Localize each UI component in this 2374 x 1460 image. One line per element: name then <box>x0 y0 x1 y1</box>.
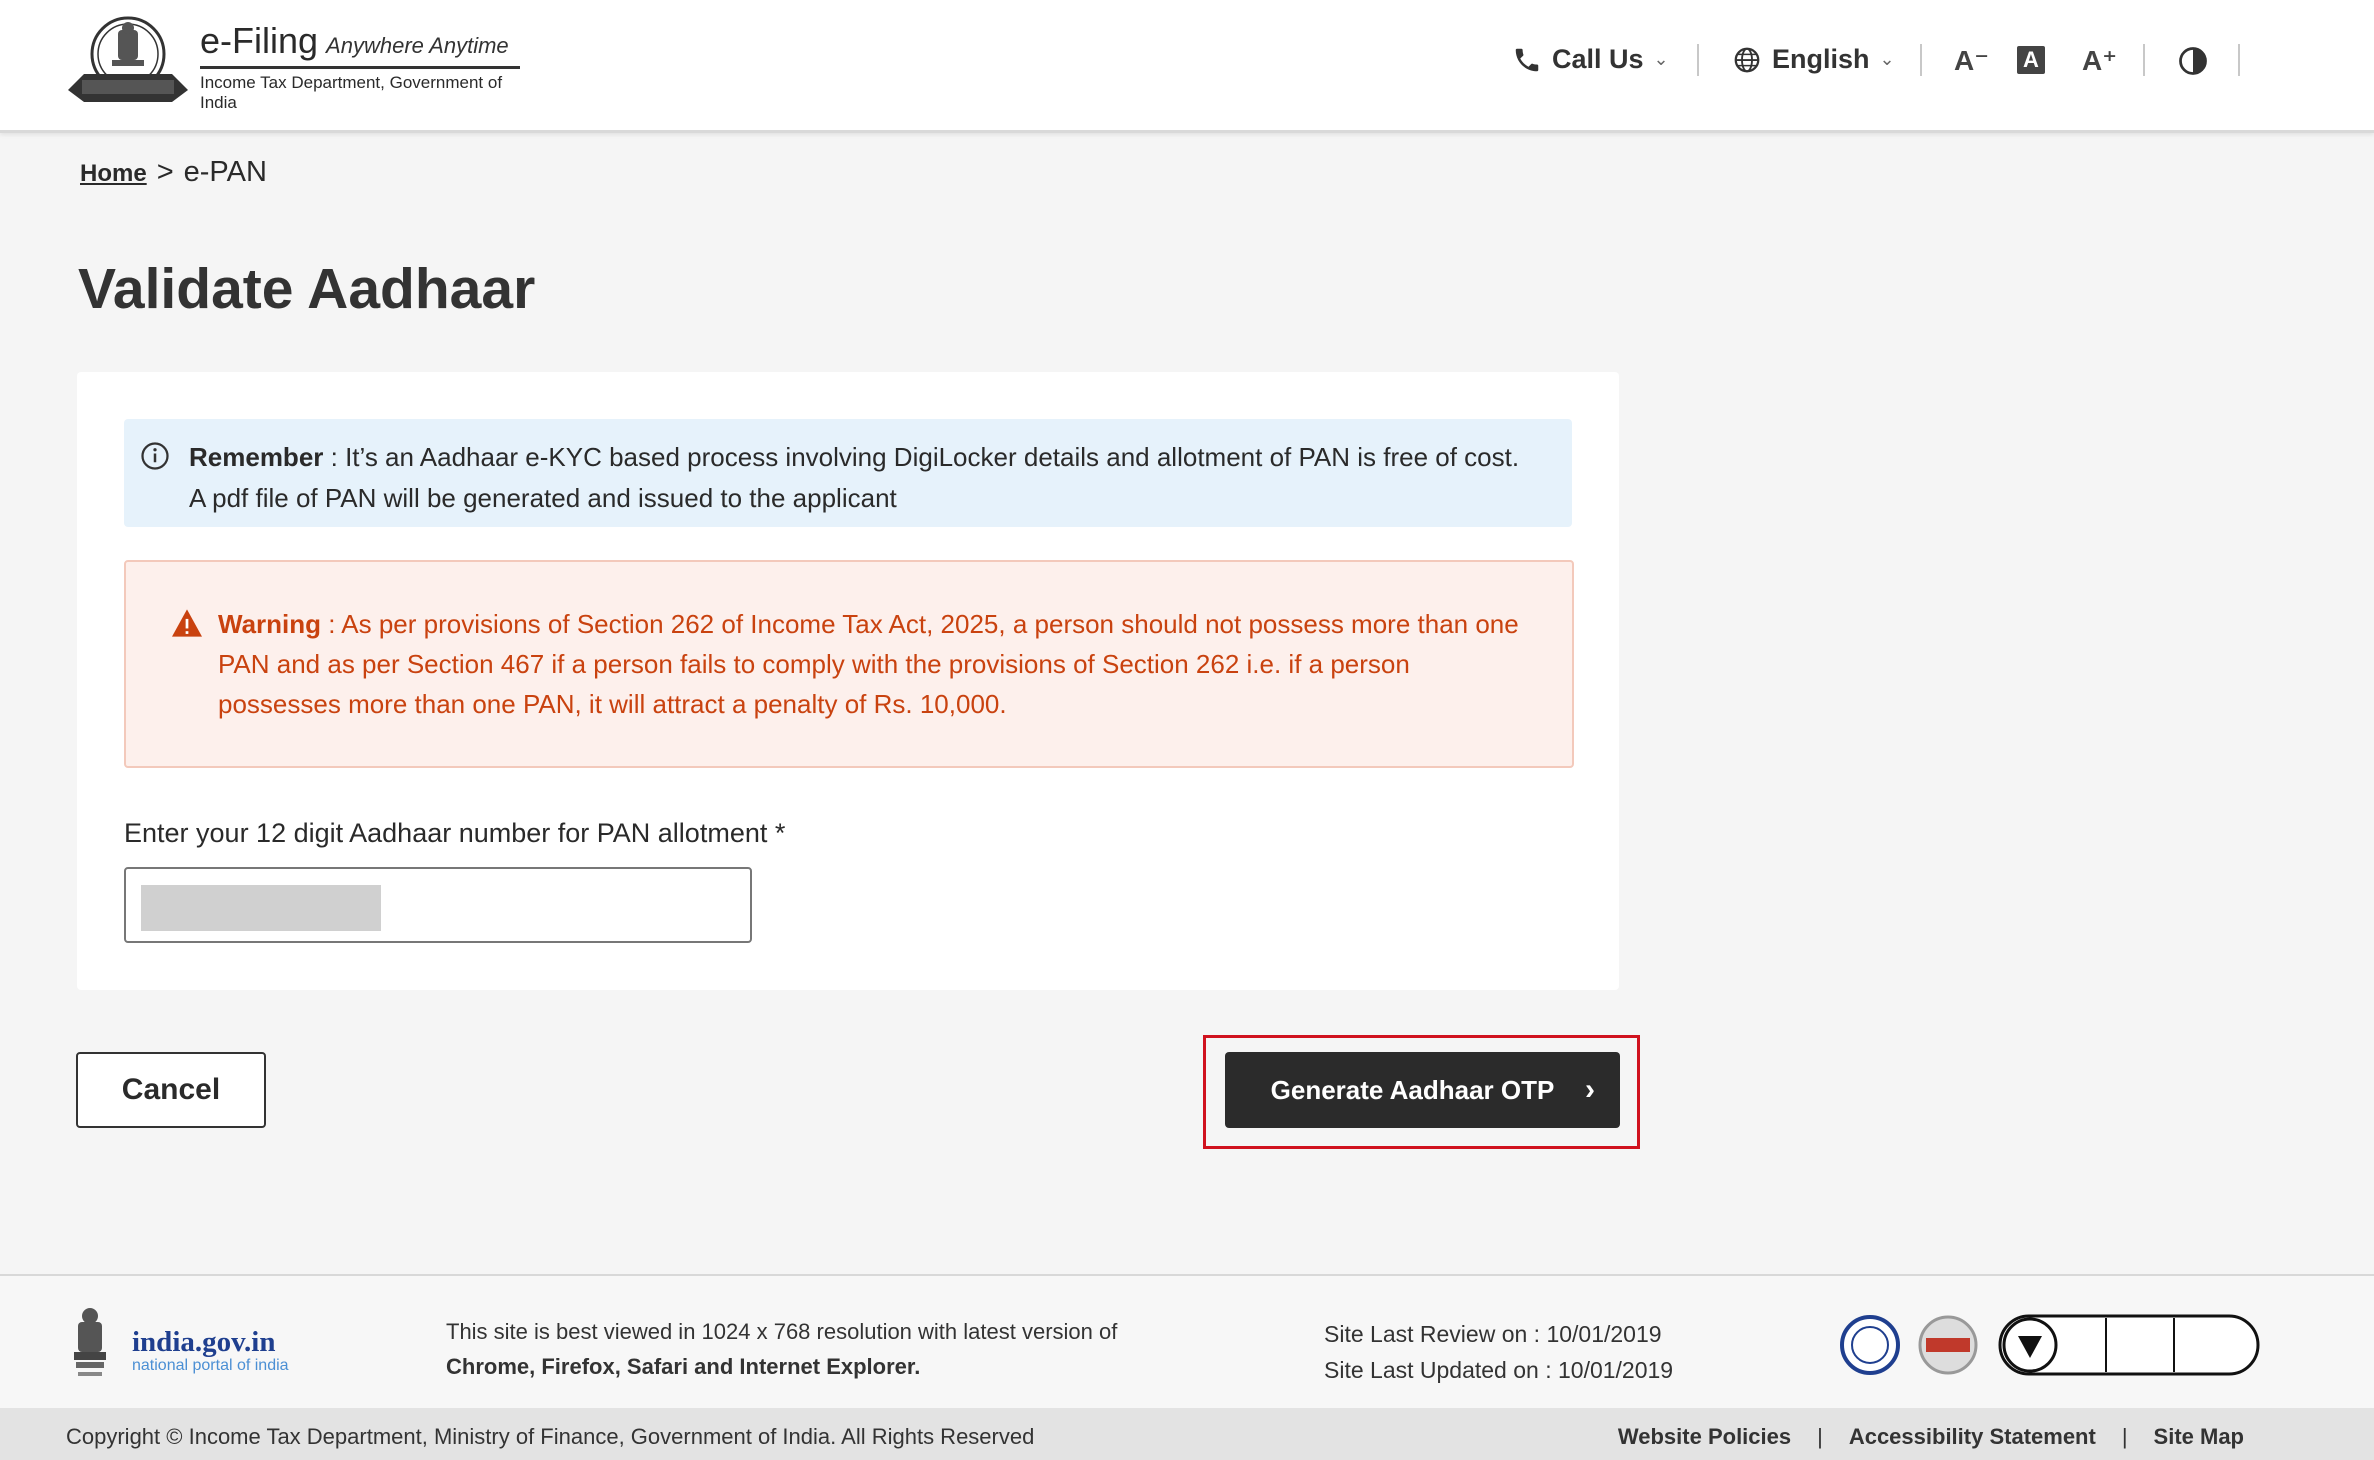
site-footer: india.gov.in national portal of india Th… <box>0 1274 2374 1408</box>
site-last-review: Site Last Review on : 10/01/2019 <box>1324 1321 1662 1347</box>
certification-badges-icon <box>1840 1314 2260 1376</box>
india-gov-link[interactable]: india.gov.in national portal of india <box>132 1326 289 1375</box>
browser-note-line1: This site is best viewed in 1024 x 768 r… <box>446 1319 1118 1344</box>
generate-otp-label: Generate Aadhaar OTP <box>1270 1074 1555 1105</box>
header-divider <box>2238 44 2240 76</box>
remember-label: Remember <box>189 442 324 472</box>
breadcrumb-separator: > <box>156 156 174 188</box>
cancel-button[interactable]: Cancel <box>76 1052 266 1128</box>
aadhaar-number-input[interactable] <box>124 867 752 943</box>
site-map-link[interactable]: Site Map <box>2154 1424 2244 1450</box>
warning-box: Warning : As per provisions of Section 2… <box>124 560 1574 768</box>
site-header: e-Filing Anywhere Anytime Income Tax Dep… <box>0 0 2374 133</box>
remember-info-box: Remember : It’s an Aadhaar e-KYC based p… <box>124 419 1572 527</box>
call-us-label: Call Us <box>1552 44 1644 74</box>
phone-icon <box>1515 48 1539 71</box>
accessibility-statement-link[interactable]: Accessibility Statement <box>1849 1424 2096 1450</box>
remember-body: : It’s an Aadhaar e-KYC based process in… <box>323 442 1520 472</box>
globe-icon <box>1734 47 1760 72</box>
contrast-icon[interactable] <box>2178 46 2208 76</box>
remember-text: Remember : It’s an Aadhaar e-KYC based p… <box>189 437 1552 478</box>
aadhaar-number-label: Enter your 12 digit Aadhaar number for P… <box>124 818 786 848</box>
info-icon <box>141 442 169 470</box>
footer-link-separator: | <box>2121 1424 2128 1449</box>
site-last-updated: Site Last Updated on : 10/01/2019 <box>1324 1357 1674 1383</box>
footer-links: Website Policies | Accessibility Stateme… <box>1618 1424 2244 1450</box>
chevron-right-icon: › <box>1585 1073 1595 1106</box>
header-divider <box>2143 44 2145 76</box>
redacted-value-mask <box>141 885 381 931</box>
remember-line2: A pdf file of PAN will be generated and … <box>189 483 897 513</box>
language-label: English <box>1772 44 1870 74</box>
brand-name: e-Filing <box>200 20 319 61</box>
brand[interactable]: e-Filing Anywhere Anytime Income Tax Dep… <box>200 20 520 113</box>
india-gov-title: india.gov.in <box>132 1326 276 1358</box>
validate-aadhaar-card: Remember : It’s an Aadhaar e-KYC based p… <box>77 372 1619 990</box>
chevron-down-icon: ⌄ <box>1653 49 1669 69</box>
india-gov-subtitle: national portal of india <box>132 1357 289 1374</box>
header-divider <box>1697 44 1699 76</box>
national-emblem-icon <box>74 1308 106 1376</box>
breadcrumb-current: e-PAN <box>183 156 267 188</box>
generate-aadhaar-otp-button[interactable]: Generate Aadhaar OTP › <box>1225 1052 1620 1128</box>
brand-title: e-Filing Anywhere Anytime <box>200 20 520 69</box>
footer-link-separator: | <box>1817 1424 1823 1449</box>
font-reset-icon[interactable]: A <box>2017 46 2045 74</box>
breadcrumb: Home > e-PAN <box>80 156 267 189</box>
brand-subtitle: Income Tax Department, Government of Ind… <box>200 73 503 112</box>
copyright-text: Copyright © Income Tax Department, Minis… <box>66 1424 1035 1449</box>
call-us-dropdown[interactable]: Call Us ⌄ <box>1512 44 1669 75</box>
font-decrease-icon[interactable]: A⁻ <box>1954 44 1989 77</box>
warning-body: : As per provisions of Section 262 of In… <box>218 609 1519 719</box>
copyright-bar: Copyright © Income Tax Department, Minis… <box>0 1408 2374 1460</box>
font-increase-icon[interactable]: A⁺ <box>2082 44 2117 77</box>
header-divider <box>1920 44 1922 76</box>
site-review-info: Site Last Review on : 10/01/2019 Site La… <box>1324 1316 1673 1388</box>
brand-tagline: Anywhere Anytime <box>326 33 509 58</box>
browser-note: This site is best viewed in 1024 x 768 r… <box>446 1314 1117 1384</box>
breadcrumb-home-link[interactable]: Home <box>80 160 147 188</box>
warning-label: Warning <box>218 609 322 639</box>
warning-text: Warning : As per provisions of Section 2… <box>218 604 1532 724</box>
page-title: Validate Aadhaar <box>78 257 536 321</box>
browser-note-line2: Chrome, Firefox, Safari and Internet Exp… <box>446 1354 921 1379</box>
chevron-down-icon: ⌄ <box>1879 49 1895 69</box>
language-dropdown[interactable]: English ⌄ <box>1732 44 1895 75</box>
website-policies-link[interactable]: Website Policies <box>1618 1424 1791 1450</box>
emblem-logo-icon[interactable] <box>64 14 194 106</box>
warning-triangle-icon <box>172 609 202 637</box>
